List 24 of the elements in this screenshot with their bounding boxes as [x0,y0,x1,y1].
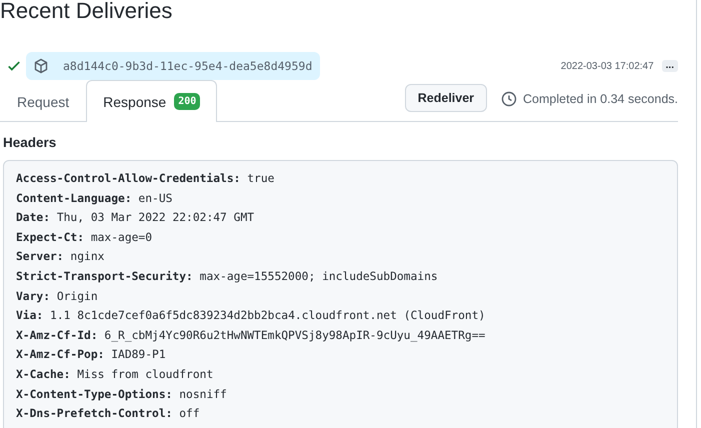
header-line: Vary: Origin [16,288,99,305]
section-heading: Headers [3,135,58,150]
duration-text: Completed in 0.34 seconds. [523,92,678,106]
header-line: Via: 1.1 8c1cde7cef0a6f5dc839234d2bb2bca4.cloudfront.net (CloudFront) [16,308,486,324]
redeliver-button[interactable]: Redeliver [404,84,488,112]
header-line: X-Dns-Prefetch-Control: off [16,406,201,422]
tab[interactable]: Response 200 [86,80,218,122]
delivery-guid-link[interactable]: a8d144c0-9b3d-11ec-95e4-dea5e8d4959d [26,52,320,80]
header-line: Access-Control-Allow-Credentials: true [16,171,276,187]
header-line: Strict-Transport-Security: max-age=15552000; includeSubDomains [16,268,439,285]
header-line: X-Amz-Cf-Pop: IAD89-P1 [16,347,167,364]
header-line: Content-Language: en-US [16,190,174,207]
more-button[interactable]: ... [662,60,678,72]
page-title: Recent Deliveries [0,0,174,24]
header-line: X-Content-Type-Options: nosniff [16,386,228,403]
header-line: X-Cache: Miss from cloudfront [16,366,214,383]
header-line: X-Amz-Cf-Id: 6_R_cbMj4Yc90R6u2tHwNWTEmkQPVSj8y98ApIR-9cUyu_49AAETRg== [16,328,486,344]
header-line: Date: Thu, 03 Mar 2022 22:02:47 GMT [16,210,256,226]
status-badge: 200 [174,93,200,110]
header-line: Expect-Ct: max-age=0 [16,230,154,246]
header-line: Server: nginx [16,249,106,266]
delivery-guid: a8d144c0-9b3d-11ec-95e4-dea5e8d4959d [63,59,312,73]
tab[interactable]: Request [0,81,86,122]
delivery-time: 2022-03-03 17:02:47 [560,60,654,72]
